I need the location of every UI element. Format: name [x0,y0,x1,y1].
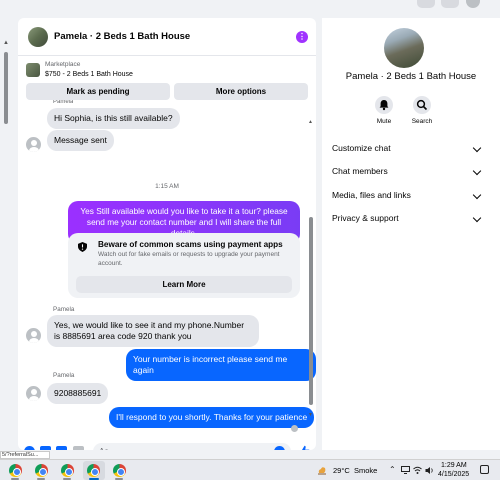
network-icon[interactable] [401,466,410,474]
chat-members-row[interactable]: Chat members [332,166,482,184]
message-placeholder: Aa [99,447,109,450]
avatar [26,386,41,401]
row-label: Media, files and links [332,190,411,200]
top-strip [0,0,500,10]
composer: Aa [18,438,316,450]
chrome-icon[interactable] [9,464,22,477]
weather-condition[interactable]: Smoke [354,466,377,475]
listing-summary[interactable]: $750 - 2 Beds 1 Bath House [45,71,133,78]
listing-thumbnail[interactable] [28,27,48,47]
sticker-icon[interactable] [56,446,67,450]
privacy-support-row[interactable]: Privacy & support [332,213,482,231]
chevron-down-icon [472,213,482,223]
search-action[interactable]: Search [405,96,439,125]
learn-more-button[interactable]: Learn More [76,276,292,293]
chevron-down-icon [472,166,482,176]
gif-icon[interactable] [73,446,84,450]
chevron-down-icon [472,143,482,153]
seen-avatar [291,425,298,432]
account-avatar[interactable] [466,0,480,8]
message-bubble-incoming: Message sent [47,130,114,151]
weather-temperature[interactable]: 29°C [333,466,350,475]
mute-action[interactable]: Mute [367,96,401,125]
chat-scrollbar[interactable]: ▲ ▼ [308,119,314,419]
search-label: Search [411,118,433,125]
details-title: Pamela · 2 Beds 1 Bath House [345,71,477,82]
emoji-icon[interactable] [274,446,285,450]
row-label: Customize chat [332,143,391,153]
message-list: Pamela Hi Sophia, is this still availabl… [18,100,316,430]
status-url: 5/?referralSu... [0,451,50,459]
listing-avatar[interactable] [384,28,424,68]
chevron-up-icon[interactable]: ⌃ [389,465,396,474]
mute-label: Mute [376,118,392,125]
bell-icon[interactable] [375,96,393,114]
taskbar: 29°C Smoke ⌃ 1:29 AM 4/15/2025 [0,459,500,480]
chrome-icon[interactable] [87,464,100,477]
message-bubble-incoming: Hi Sophia, is this still available? [47,108,180,129]
message-timestamp: 1:15 AM [155,183,179,190]
avatar [26,328,41,343]
messenger-icon[interactable] [441,0,459,8]
more-options-button[interactable]: More options [174,83,308,100]
scrollbar-thumb[interactable] [309,217,313,405]
sender-name: Pamela [53,372,75,379]
more-actions-icon[interactable] [24,446,35,450]
sender-name: Pamela [53,306,75,313]
search-icon[interactable] [413,96,431,114]
chat-header: Pamela · 2 Beds 1 Bath House ⋮ [18,18,316,56]
chat-title[interactable]: Pamela · 2 Beds 1 Bath House [54,31,190,42]
clock-date[interactable]: 4/15/2025 [438,471,469,478]
marketplace-label: Marketplace [45,61,81,68]
chrome-icon[interactable] [35,464,48,477]
chat-details-panel: Pamela · 2 Beds 1 Bath House Mute Search… [322,18,500,450]
photo-icon[interactable] [40,446,51,450]
volume-icon[interactable] [425,466,434,475]
wifi-icon[interactable] [413,466,422,475]
grid-menu-icon[interactable] [417,0,435,8]
message-bubble-incoming: Yes, we would like to see it and my phon… [47,315,259,347]
scam-warning-card: Beware of common scams using payment app… [68,233,300,298]
weather-icon[interactable] [317,465,327,475]
message-bubble-outgoing: I'll respond to you shortly. Thanks for … [109,407,315,428]
message-bubble-incoming: 9208885691 [47,383,109,404]
avatar [26,137,41,152]
chevron-down-icon [472,190,482,200]
listing-image[interactable] [26,63,40,77]
mark-pending-button[interactable]: Mark as pending [26,83,170,100]
row-label: Chat members [332,166,388,176]
notification-icon[interactable] [480,465,489,474]
chat-info-icon[interactable]: ⋮ [296,31,308,43]
customize-chat-row[interactable]: Customize chat [332,143,482,161]
scam-warning-text: Watch out for fake emails or requests to… [98,251,280,267]
page-scrollbar[interactable]: ▲ [2,20,10,450]
message-input[interactable]: Aa [93,443,291,450]
clock-time[interactable]: 1:29 AM [441,462,467,469]
scroll-up-icon[interactable]: ▲ [3,40,9,46]
scrollbar-thumb[interactable] [4,52,8,124]
like-icon[interactable] [298,445,310,450]
sender-name: Pamela [53,100,74,104]
row-label: Privacy & support [332,213,399,223]
message-bubble-outgoing: Your number is incorrect please send me … [126,349,316,381]
scam-warning-title: Beware of common scams using payment app… [98,240,283,249]
chrome-icon[interactable] [61,464,74,477]
chrome-icon[interactable] [113,464,126,477]
chat-panel: Pamela · 2 Beds 1 Bath House ⋮ Marketpla… [18,18,316,450]
scroll-down-icon[interactable]: ▼ [308,412,313,418]
media-files-row[interactable]: Media, files and links [332,190,482,208]
scroll-up-icon[interactable]: ▲ [308,119,313,125]
shield-icon [78,242,87,252]
